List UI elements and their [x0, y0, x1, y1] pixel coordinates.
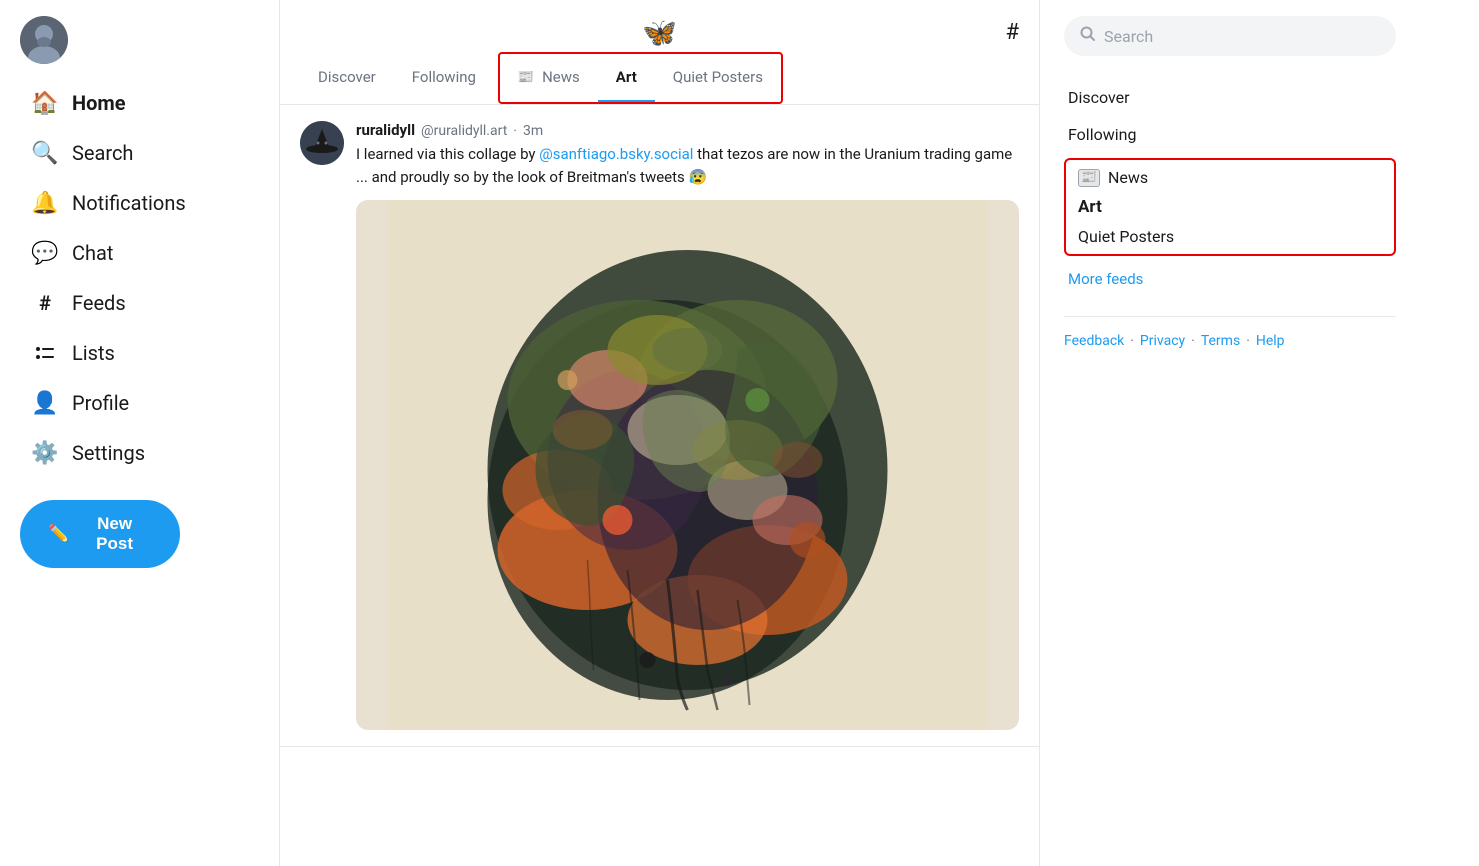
more-feeds-link[interactable]: More feeds — [1064, 262, 1396, 296]
bell-icon: 🔔 — [32, 190, 58, 216]
profile-icon: 👤 — [32, 390, 58, 416]
home-icon: 🏠 — [32, 90, 58, 116]
search-box[interactable]: Search — [1064, 16, 1396, 56]
sidebar-nav: 🏠 Home 🔍 Search 🔔 Notifications 💬 Chat #… — [20, 80, 259, 476]
sidebar-label-notifications: Notifications — [72, 191, 186, 215]
left-sidebar: 🏠 Home 🔍 Search 🔔 Notifications 💬 Chat #… — [0, 0, 280, 866]
post-handle: @ruralidyll.art — [421, 123, 507, 139]
sidebar-label-feeds: Feeds — [72, 291, 126, 315]
main-content: 🦋 # Discover Following 📰 News Art Quiet … — [280, 0, 1040, 866]
edit-icon: ✏️ — [48, 524, 69, 544]
post-text-before: I learned via this collage by — [356, 145, 539, 163]
post-time: 3m — [523, 123, 543, 139]
sidebar-label-chat: Chat — [72, 241, 113, 265]
tab-quiet-posters[interactable]: Quiet Posters — [655, 54, 781, 102]
right-nav: Discover Following 📰 News Art Quiet Post… — [1064, 80, 1396, 296]
footer-separator-3: · — [1246, 333, 1250, 349]
sidebar-item-notifications[interactable]: 🔔 Notifications — [20, 180, 259, 226]
lists-icon — [32, 340, 58, 366]
post-body: ruralidyll @ruralidyll.art · 3m I learne… — [356, 121, 1019, 730]
sidebar-item-lists[interactable]: Lists — [20, 330, 259, 376]
search-icon — [1080, 26, 1096, 46]
search-placeholder: Search — [1104, 27, 1153, 46]
right-feed-art[interactable]: Art — [1078, 197, 1382, 217]
bluesky-logo: 🦋 — [642, 16, 677, 49]
sidebar-item-chat[interactable]: 💬 Chat — [20, 230, 259, 276]
post-item: ruralidyll @ruralidyll.art · 3m I learne… — [280, 105, 1039, 747]
right-feed-quiet-posters[interactable]: Quiet Posters — [1078, 227, 1382, 246]
settings-icon: ⚙️ — [32, 440, 58, 466]
sidebar-label-search: Search — [72, 141, 133, 165]
post-mention-link[interactable]: @sanftiago.bsky.social — [539, 145, 693, 163]
chat-icon: 💬 — [32, 240, 58, 266]
footer-separator-1: · — [1130, 333, 1134, 349]
search-icon: 🔍 — [32, 140, 58, 166]
sidebar-label-lists: Lists — [72, 341, 115, 365]
sidebar-item-search[interactable]: 🔍 Search — [20, 130, 259, 176]
new-post-label: New Post — [77, 514, 152, 554]
footer-feedback-link[interactable]: Feedback — [1064, 333, 1124, 349]
post-text: I learned via this collage by @sanftiago… — [356, 143, 1019, 188]
sidebar-label-profile: Profile — [72, 391, 129, 415]
sidebar-item-profile[interactable]: 👤 Profile — [20, 380, 259, 426]
right-nav-discover[interactable]: Discover — [1064, 80, 1396, 115]
newspaper-icon: 📰 — [518, 70, 534, 85]
right-nav-following[interactable]: Following — [1064, 117, 1396, 152]
sidebar-item-feeds[interactable]: # Feeds — [20, 280, 259, 326]
tab-news[interactable]: 📰 News — [500, 54, 598, 102]
feed-tabs: Discover Following 📰 News Art Quiet Post… — [280, 52, 1039, 105]
topbar: 🦋 # — [280, 0, 1039, 52]
footer-separator-2: · — [1191, 333, 1195, 349]
tab-following[interactable]: Following — [394, 54, 494, 102]
sidebar-label-settings: Settings — [72, 441, 145, 465]
post-image — [356, 200, 1019, 730]
post-avatar[interactable] — [300, 121, 344, 165]
newspaper-icon: 📰 — [1078, 169, 1100, 187]
avatar[interactable] — [20, 16, 68, 64]
right-sidebar: Search Discover Following 📰 News Art Qui… — [1040, 0, 1420, 866]
new-post-button[interactable]: ✏️ New Post — [20, 500, 180, 568]
sidebar-item-settings[interactable]: ⚙️ Settings — [20, 430, 259, 476]
footer-privacy-link[interactable]: Privacy — [1140, 333, 1185, 349]
right-feeds-highlight-box: 📰 News Art Quiet Posters — [1064, 158, 1396, 256]
post-separator: · — [513, 123, 517, 139]
post-displayname: ruralidyll — [356, 121, 415, 139]
post-feed: ruralidyll @ruralidyll.art · 3m I learne… — [280, 105, 1039, 747]
sidebar-label-home: Home — [72, 91, 126, 115]
tabs-highlight-group: 📰 News Art Quiet Posters — [498, 52, 783, 104]
tab-discover[interactable]: Discover — [300, 54, 394, 102]
right-footer: Feedback · Privacy · Terms · Help — [1064, 316, 1396, 349]
sidebar-item-home[interactable]: 🏠 Home — [20, 80, 259, 126]
hashtag-icon[interactable]: # — [1005, 20, 1019, 45]
post-header: ruralidyll @ruralidyll.art · 3m — [356, 121, 1019, 139]
right-feed-news[interactable]: 📰 News — [1078, 168, 1382, 187]
footer-help-link[interactable]: Help — [1256, 333, 1285, 349]
feeds-icon: # — [32, 290, 58, 316]
footer-terms-link[interactable]: Terms — [1201, 333, 1240, 349]
tab-art[interactable]: Art — [598, 54, 655, 102]
